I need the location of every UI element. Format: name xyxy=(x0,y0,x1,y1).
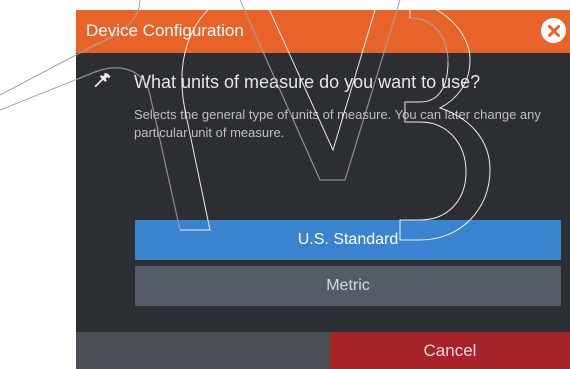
cancel-button[interactable]: Cancel xyxy=(330,332,570,369)
description-text: Selects the general type of units of mea… xyxy=(134,107,541,140)
wrench-icon xyxy=(94,73,111,88)
dialog-title: Device Configuration xyxy=(86,21,244,40)
footer-empty-button xyxy=(76,332,330,369)
metric-option[interactable]: Metric xyxy=(135,266,561,306)
us-standard-option[interactable]: U.S. Standard xyxy=(135,220,561,260)
title-bar: Device Configuration xyxy=(76,10,570,53)
device-configuration-dialog: Device Configuration What units of measu… xyxy=(76,10,570,369)
close-icon xyxy=(547,24,560,37)
close-button[interactable] xyxy=(541,18,566,43)
question-text: What units of measure do you want to use… xyxy=(134,72,481,92)
